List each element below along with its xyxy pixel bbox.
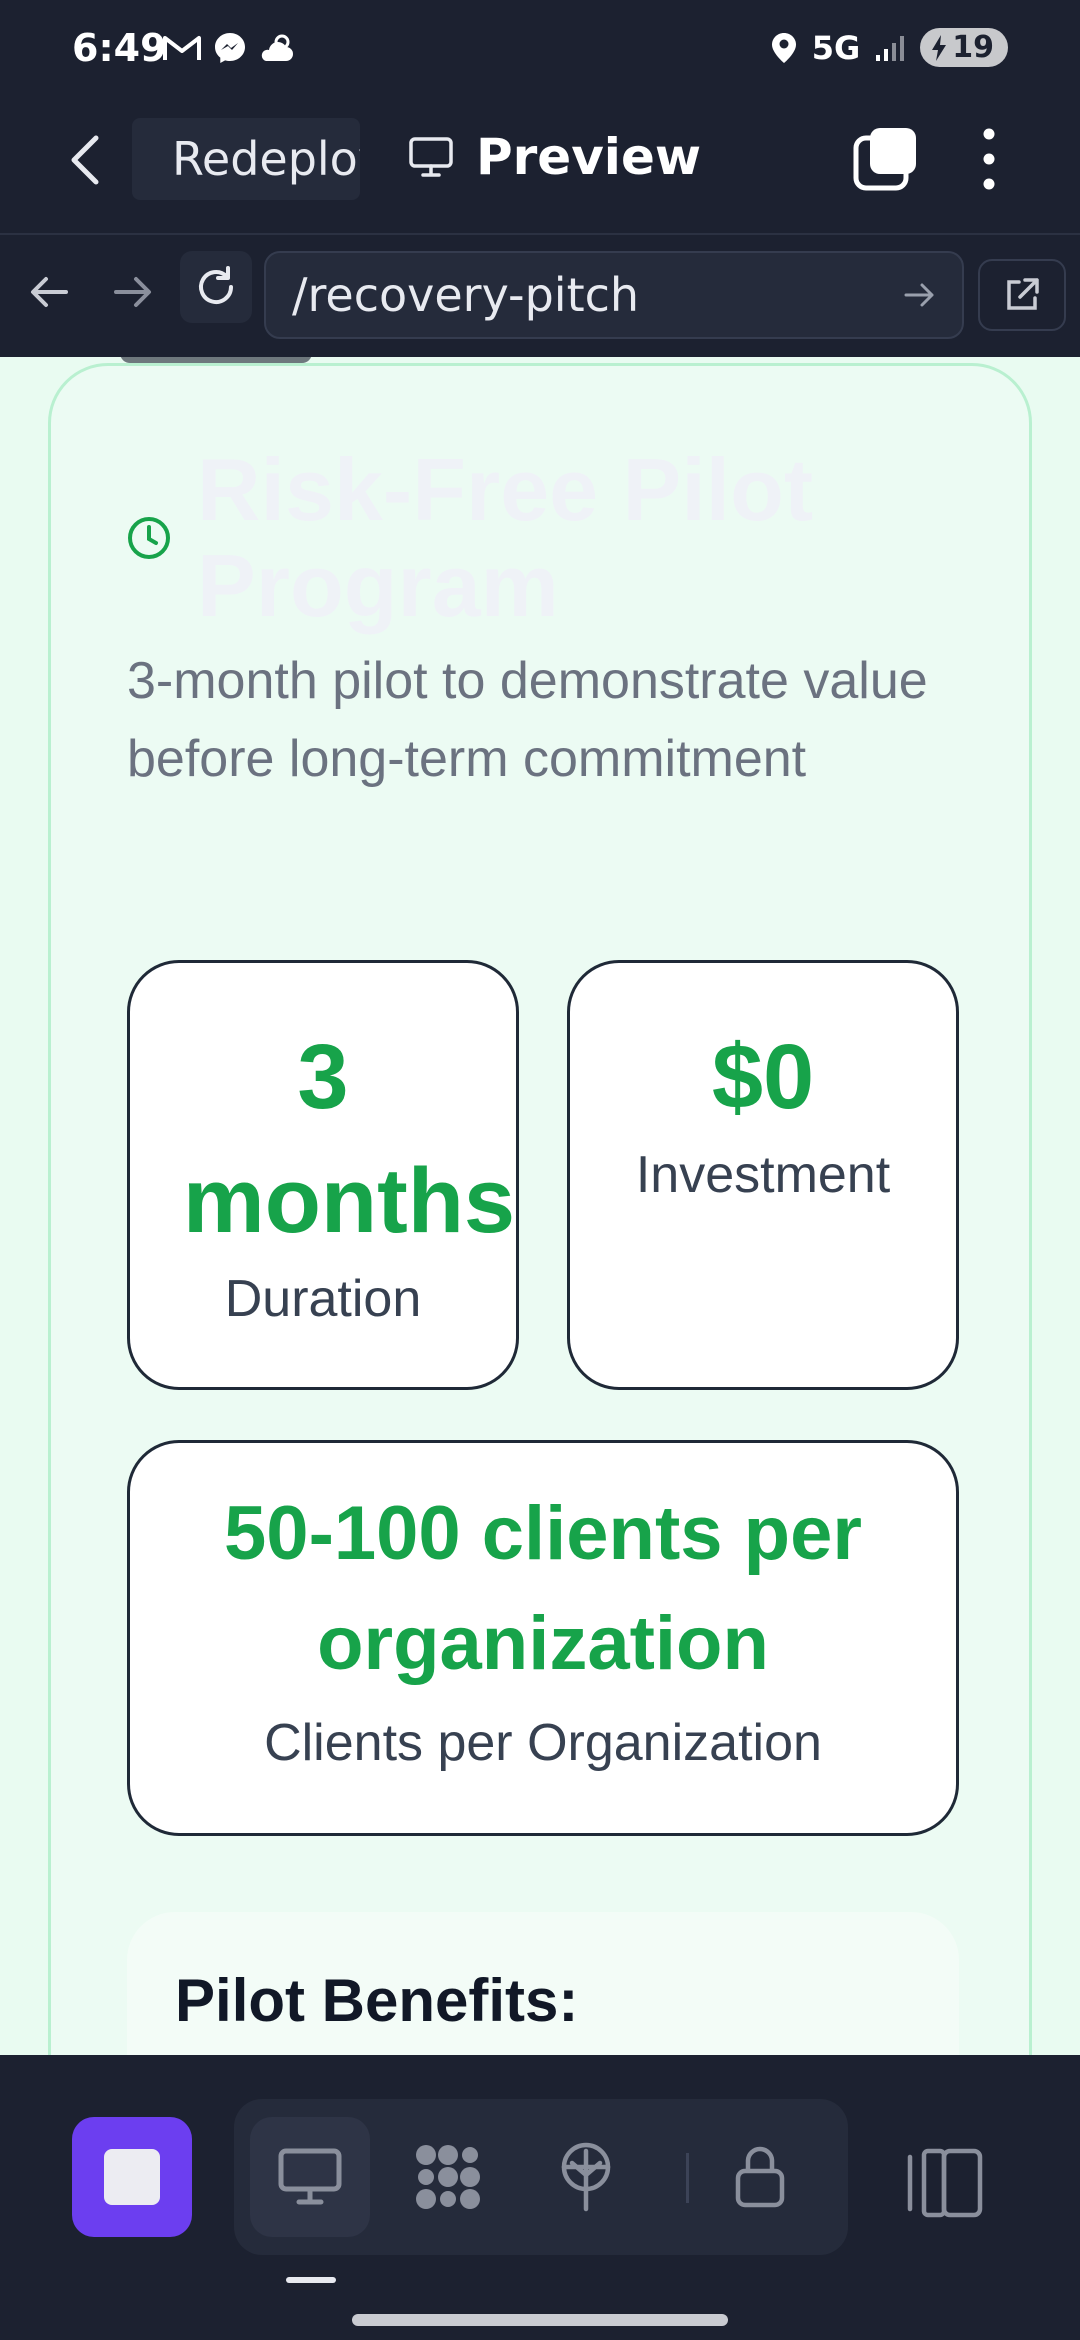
preview-tool-button[interactable] xyxy=(250,2117,370,2237)
url-text: /recovery-pitch xyxy=(292,268,640,322)
benefits-title: Pilot Benefits: xyxy=(175,1967,579,2034)
stop-button[interactable] xyxy=(72,2117,192,2237)
reload-button[interactable] xyxy=(180,251,252,323)
repl-tab[interactable]: Redeploy xyxy=(132,118,360,200)
duration-label: Duration xyxy=(224,1270,422,1328)
workflows-tool-button[interactable] xyxy=(388,2117,508,2237)
card-title: Risk-Free Pilot Program xyxy=(197,440,814,635)
messenger-icon xyxy=(215,33,245,63)
app-toolbar: Redeploy Preview xyxy=(0,100,1080,235)
card-description: 3-month pilot to demonstrate value befor… xyxy=(127,652,928,788)
status-time: 6:49 xyxy=(72,26,167,70)
url-input[interactable]: /recovery-pitch xyxy=(264,251,964,339)
system-status: 5G 19 xyxy=(770,28,1008,67)
webview: Risk-Free Pilot Program 3-month pilot to… xyxy=(0,357,1080,2055)
tool-group xyxy=(234,2099,848,2255)
signal-icon xyxy=(876,35,905,61)
side-panel-icon[interactable] xyxy=(896,2143,996,2223)
investment-stat: $0 Investment xyxy=(567,960,959,1390)
status-bar: 6:49 5G 19 xyxy=(0,0,1080,100)
investment-label: Investment xyxy=(635,1146,891,1204)
bottom-toolbar xyxy=(0,2055,1080,2340)
clients-label: Clients per Organization xyxy=(264,1714,822,1772)
lock-icon xyxy=(735,2146,785,2208)
duration-stat: 3 months Duration xyxy=(127,960,519,1390)
back-button[interactable] xyxy=(60,130,110,190)
network-type: 5G xyxy=(811,28,861,67)
clients-stat: 50-100 clients per organization Clients … xyxy=(127,1440,959,1836)
duration-unit: months xyxy=(182,1150,516,1252)
battery-level: 19 xyxy=(952,30,994,65)
toolbar-divider xyxy=(686,2153,689,2203)
battery-indicator: 19 xyxy=(920,28,1008,67)
deploy-tool-button[interactable] xyxy=(526,2117,646,2237)
duration-value: 3 months xyxy=(130,1015,516,1263)
notification-icons xyxy=(162,30,298,66)
preview-label: Preview xyxy=(476,128,702,186)
active-tab-indicator xyxy=(286,2277,336,2283)
gmail-icon xyxy=(163,36,201,60)
monitor-icon xyxy=(409,137,453,177)
more-options-icon[interactable] xyxy=(966,124,1012,194)
repl-tab-label: Redeploy xyxy=(172,132,360,186)
secrets-tool-button[interactable] xyxy=(700,2117,820,2237)
go-arrow-icon[interactable] xyxy=(902,277,938,313)
home-gesture-handle[interactable] xyxy=(352,2314,728,2326)
reload-icon xyxy=(199,266,233,304)
tabs-icon[interactable] xyxy=(852,126,918,192)
deployment-icon xyxy=(561,2142,611,2212)
duration-number: 3 xyxy=(297,1026,349,1128)
open-external-button[interactable] xyxy=(978,259,1066,331)
clients-value: 50-100 clients per organization xyxy=(224,1491,862,1686)
nav-forward-icon[interactable] xyxy=(110,269,156,315)
preview-tab[interactable]: Preview xyxy=(408,128,701,186)
benefits-panel: Pilot Benefits: xyxy=(127,1912,959,2055)
clock-icon xyxy=(128,517,170,559)
monitor-icon xyxy=(278,2148,342,2205)
external-link-icon xyxy=(1007,278,1039,310)
weather-icon xyxy=(261,34,293,61)
location-icon xyxy=(771,32,796,63)
url-bar: /recovery-pitch xyxy=(0,237,1080,357)
workflows-icon xyxy=(416,2145,480,2209)
nav-back-icon[interactable] xyxy=(26,269,72,315)
stop-icon xyxy=(104,2149,160,2205)
pilot-program-card: Risk-Free Pilot Program 3-month pilot to… xyxy=(48,363,1032,2055)
investment-value: $0 xyxy=(711,1026,815,1128)
battery-charging-icon xyxy=(932,34,947,61)
